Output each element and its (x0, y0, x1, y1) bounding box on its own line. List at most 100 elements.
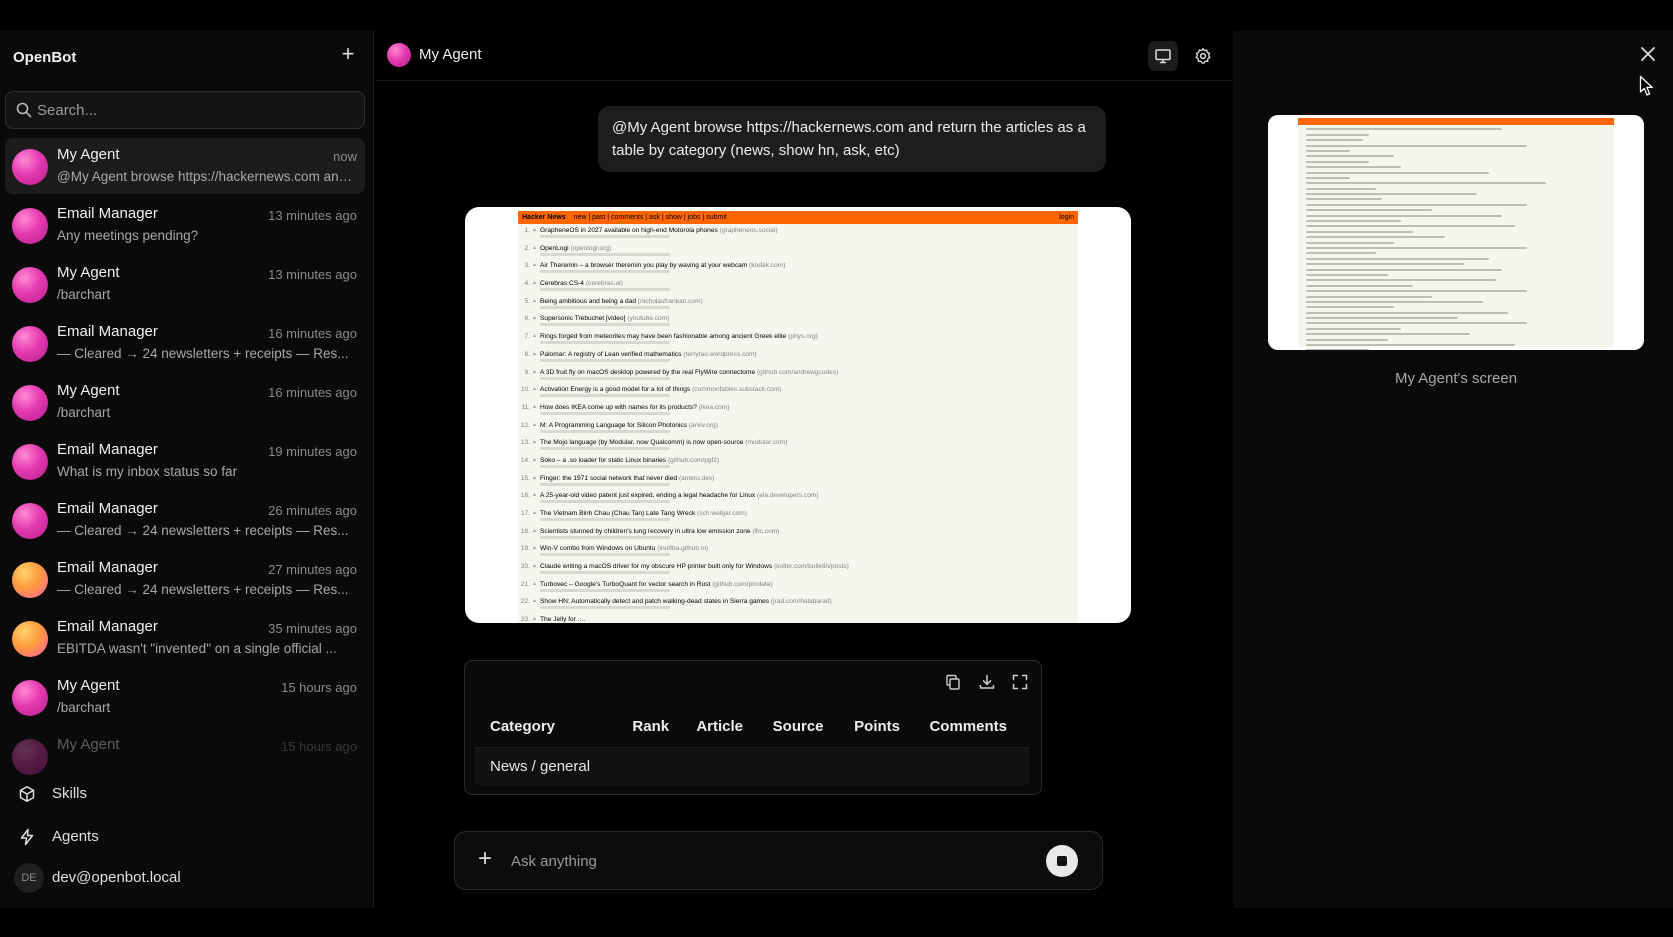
browser-screenshot[interactable]: Hacker News new | past | comments | ask … (465, 207, 1131, 623)
thumbnail-text-line (1306, 322, 1528, 325)
hn-story-title: Scientists stunned by children's lung re… (540, 528, 779, 535)
thumbnail-text-line (1306, 149, 1351, 152)
conversation-item[interactable]: Email Manager 19 minutes ago What is my … (5, 433, 365, 489)
thumbnail-text-line (1306, 344, 1515, 347)
hn-title-text: The Jelly for .... (540, 616, 586, 623)
column-header: Comments (929, 718, 1007, 736)
nav-skills-label: Skills (52, 785, 88, 802)
hn-rank: 6. (524, 315, 531, 323)
hn-domain: (cerebras.ai) (585, 280, 623, 288)
upvote-icon: ▲ (532, 315, 537, 322)
upvote-icon: ▲ (532, 403, 537, 410)
hn-domain: (inu9ba.github.io) (657, 545, 709, 553)
close-panel-button[interactable] (1637, 43, 1659, 65)
search-input[interactable] (37, 92, 357, 128)
user-email[interactable]: dev@openbot.local (52, 869, 181, 886)
upvote-icon: ▲ (532, 333, 537, 340)
conversation-time: 13 minutes ago (268, 208, 357, 223)
hn-rank: 1. (524, 227, 531, 234)
conversation-list: My Agent now @My Agent browse https://ha… (0, 138, 374, 793)
conversation-time: 16 minutes ago (268, 385, 357, 400)
hn-story-row: 15. ▲ Finger: the 1971 social network that… (518, 472, 1078, 490)
settings-button[interactable] (1188, 41, 1218, 71)
hn-story-row: 23. ▲ The Jelly for .... (518, 613, 1078, 623)
thumbnail-text-line (1306, 268, 1502, 271)
conversation-preview: — Cleared → 24 newsletters + receipts — … (57, 523, 349, 538)
upvote-icon: ▲ (532, 545, 537, 552)
upvote-icon: ▲ (532, 474, 537, 481)
hn-subtext (540, 500, 670, 504)
hn-subtext (540, 518, 670, 521)
thumbnail-text-line (1306, 193, 1477, 196)
agent-avatar (12, 739, 48, 775)
fullscreen-button[interactable] (1011, 673, 1031, 693)
agent-avatar (12, 267, 48, 303)
conversation-item[interactable]: My Agent 16 minutes ago /barchart (5, 374, 365, 430)
hn-title-text: How does IKEA come up with names for its… (540, 403, 697, 411)
conversation-item[interactable]: My Agent 13 minutes ago /barchart (5, 256, 365, 312)
download-button[interactable] (978, 673, 998, 693)
conversation-title: My Agent (57, 736, 120, 753)
hn-brand: Hacker News (522, 214, 566, 221)
hn-story-row: 17. ▲ The Vietnam Binh Chau (Chau Tan) Lat… (518, 507, 1078, 525)
agent-screen-thumbnail[interactable] (1268, 115, 1644, 350)
hn-domain: (phys.org) (788, 333, 818, 341)
conversation-item[interactable]: Email Manager 16 minutes ago — Cleared →… (5, 315, 365, 371)
agent-name: My Agent (419, 46, 482, 63)
hn-rank: 21. (520, 580, 530, 588)
hn-story-title: OpenLogi (openlogi.org) (540, 245, 611, 252)
hn-story-row: 19. ▲ Win-V combo from Windows on Ubuntu (… (518, 542, 1078, 560)
hn-subtext (540, 235, 670, 238)
message-input[interactable] (511, 842, 1051, 880)
agent-avatar (12, 503, 48, 539)
conversation-item[interactable]: My Agent now @My Agent browse https://ha… (5, 138, 365, 194)
screen-toggle-button[interactable] (1148, 41, 1178, 71)
conversation-item[interactable]: My Agent 15 hours ago (5, 728, 365, 784)
conversation-time: 35 minutes ago (268, 621, 357, 636)
hn-subtext (540, 288, 670, 292)
upvote-icon: ▲ (532, 280, 537, 287)
table-header-row: Category Rank Article Source Points Comm… (475, 707, 1029, 747)
hn-domain: (youtube.com) (627, 315, 670, 323)
hn-header: Hacker News new | past | comments | ask … (518, 211, 1078, 224)
hn-story-title: The Jelly for .... (540, 616, 585, 623)
chat-header: My Agent (375, 31, 1232, 81)
hn-story-row: 1. ▲ GrapheneOS in 2027 available on high-… (518, 224, 1078, 242)
table-cell (681, 746, 758, 785)
stop-button[interactable] (1046, 845, 1078, 877)
thumbnail-text-line (1306, 306, 1395, 309)
search-box[interactable] (5, 91, 365, 129)
hn-story-row: 13. ▲ The Mojo language (by Modular, now Q… (518, 436, 1078, 454)
conversation-item[interactable]: Email Manager 35 minutes ago EBITDA wasn… (5, 610, 365, 666)
conversation-item[interactable]: Email Manager 13 minutes ago Any meeting… (5, 197, 365, 253)
conversation-title: Email Manager (57, 559, 158, 576)
thumbnail-text-line (1306, 182, 1547, 185)
attach-button[interactable]: + (473, 847, 497, 871)
hn-subtext (540, 571, 670, 575)
hn-rank: 20. (520, 563, 530, 571)
conversation-item[interactable]: My Agent 15 hours ago /barchart (5, 669, 365, 725)
hn-story-row: 14. ▲ Soko – a .so loader for static Linux… (518, 454, 1078, 472)
hn-story-title: Palomar: A registry of Lean verified mat… (540, 351, 757, 358)
conversation-item[interactable]: Email Manager 27 minutes ago — Cleared →… (5, 551, 365, 607)
copy-button[interactable] (944, 673, 964, 693)
new-conversation-button[interactable]: + (337, 43, 359, 66)
thumbnail-text-line (1306, 263, 1464, 266)
thumbnail-text-line (1306, 176, 1351, 179)
hn-login: login (1059, 214, 1074, 221)
conversation-time: 16 minutes ago (268, 326, 357, 341)
table-row: News / general (475, 746, 1029, 785)
hn-title-text: Rings forged from meteorites may have be… (540, 333, 787, 341)
hn-story-title: Claude writing a macOS driver for my obs… (540, 563, 849, 570)
hn-subtext (540, 588, 670, 592)
hn-domain: (sch.webjar.com) (697, 510, 747, 517)
conversation-item[interactable]: Email Manager 26 minutes ago — Cleared →… (5, 492, 365, 548)
conversation-preview: @My Agent browse https://hackernews.com … (57, 169, 357, 184)
hn-domain: (github.com/pmdata) (712, 580, 773, 588)
conversation-preview: Any meetings pending? (57, 228, 199, 243)
hn-story-title: Supersonic Trebuchet [video] (youtube.co… (540, 315, 669, 322)
agent-avatar (12, 562, 48, 598)
hn-rank: 4. (524, 280, 531, 288)
hn-rank: 5. (524, 297, 531, 305)
user-avatar[interactable]: DE (14, 863, 44, 893)
